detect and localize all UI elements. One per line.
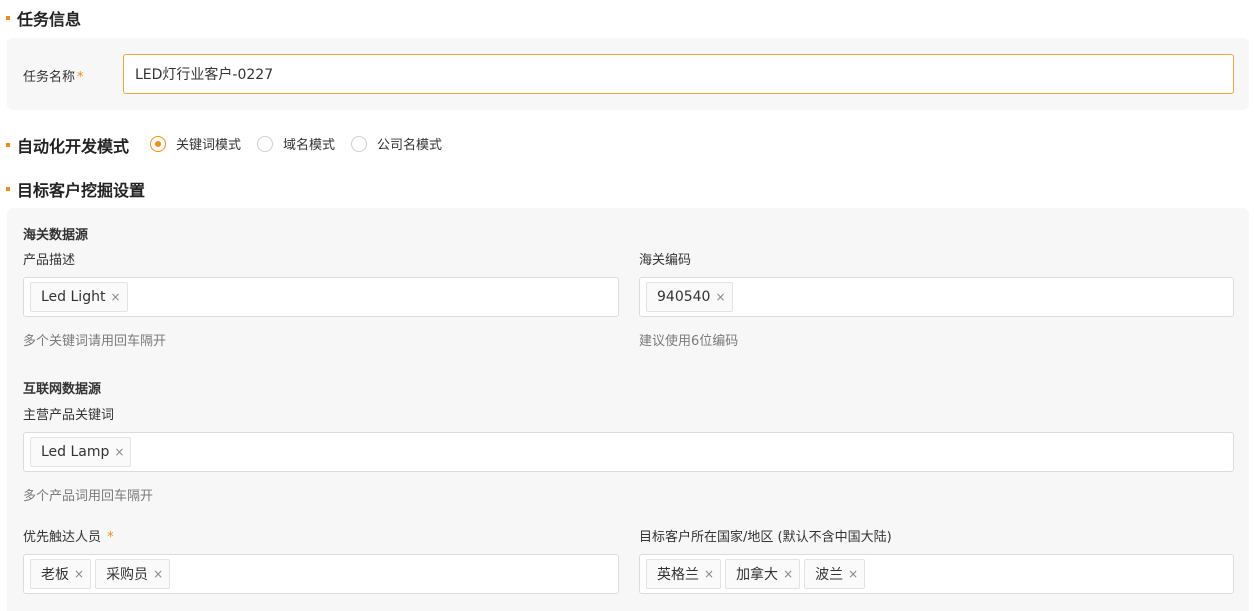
tag: 波兰 × — [804, 559, 866, 589]
radio-label: 域名模式 — [283, 138, 336, 153]
close-icon[interactable]: × — [848, 567, 858, 581]
product-desc-tag-input[interactable]: Led Light × — [23, 277, 619, 317]
product-desc-label: 产品描述 — [23, 253, 76, 268]
tag: Led Light × — [30, 282, 128, 312]
tag: 老板 × — [30, 559, 92, 589]
required-mark: * — [77, 70, 84, 85]
close-icon[interactable]: × — [783, 567, 793, 581]
task-name-label-text: 任务名称 — [23, 70, 76, 85]
tag-text: 940540 — [657, 289, 711, 305]
tag-text: 采购员 — [106, 567, 149, 583]
main-keywords-hint: 多个产品词用回车隔开 — [23, 489, 154, 504]
tag-text: 老板 — [41, 567, 69, 583]
tag: 加拿大 × — [725, 559, 801, 589]
radio-domain-mode[interactable]: 域名模式 — [257, 134, 335, 153]
task-name-value: LED灯行业客户-0227 — [135, 67, 274, 83]
close-icon[interactable]: × — [704, 567, 714, 581]
radio-company-mode[interactable]: 公司名模式 — [351, 134, 442, 153]
hs-code-label: 海关编码 — [639, 253, 692, 268]
hs-code-tag-input[interactable]: 940540 × — [639, 277, 1234, 317]
internet-group-title: 互联网数据源 — [23, 382, 102, 397]
required-mark: * — [107, 530, 114, 545]
tag-text: 加拿大 — [736, 567, 779, 583]
close-icon[interactable]: × — [715, 290, 725, 304]
section-title-text: 自动化开发模式 — [17, 137, 130, 156]
section-marker-icon — [6, 143, 10, 147]
mode-radio-group: 关键词模式 域名模式 公司名模式 — [150, 134, 458, 153]
tag-text: 英格兰 — [657, 567, 699, 583]
customs-group-title: 海关数据源 — [23, 228, 89, 243]
mining-panel: 海关数据源 产品描述 Led Light × 多个关键词请用回车隔开 海关编码 9… — [7, 208, 1249, 611]
close-icon[interactable]: × — [110, 290, 120, 304]
main-keywords-tag-input[interactable]: Led Lamp × — [23, 432, 1234, 472]
section-title-mode: 自动化开发模式 — [6, 133, 129, 157]
radio-label: 关键词模式 — [176, 138, 242, 153]
task-name-label: 任务名称 * — [23, 66, 84, 85]
tag: 英格兰 × — [646, 559, 722, 589]
hs-code-hint: 建议使用6位编码 — [639, 334, 739, 349]
close-icon[interactable]: × — [74, 567, 84, 581]
task-info-panel: 任务名称 * LED灯行业客户-0227 — [7, 38, 1249, 110]
contacts-label: 优先触达人员 * — [23, 526, 114, 545]
contacts-tag-input[interactable]: 老板 × 采购员 × — [23, 554, 619, 594]
tag-text: Led Lamp — [41, 444, 110, 460]
contacts-label-text: 优先触达人员 — [23, 530, 102, 545]
regions-label: 目标客户所在国家/地区 (默认不含中国大陆) — [639, 530, 892, 545]
section-title-mining: 目标客户挖掘设置 — [6, 177, 145, 201]
tag-text: 波兰 — [815, 567, 844, 583]
section-marker-icon — [6, 16, 10, 20]
radio-label: 公司名模式 — [377, 138, 443, 153]
section-marker-icon — [6, 187, 10, 191]
radio-checked-icon — [150, 135, 166, 152]
main-keywords-label: 主营产品关键词 — [23, 408, 115, 423]
tag-text: Led Light — [41, 289, 106, 305]
radio-keyword-mode[interactable]: 关键词模式 — [150, 134, 241, 153]
tag: 940540 × — [646, 282, 733, 312]
tag: 采购员 × — [95, 559, 171, 589]
section-title-text: 目标客户挖掘设置 — [17, 181, 146, 200]
section-title-task-info: 任务信息 — [6, 6, 81, 30]
task-name-input[interactable]: LED灯行业客户-0227 — [123, 54, 1234, 94]
close-icon[interactable]: × — [153, 567, 163, 581]
section-title-text: 任务信息 — [17, 10, 82, 29]
close-icon[interactable]: × — [114, 445, 124, 459]
regions-tag-input[interactable]: 英格兰 × 加拿大 × 波兰 × — [639, 554, 1234, 594]
tag: Led Lamp × — [30, 437, 132, 467]
product-desc-hint: 多个关键词请用回车隔开 — [23, 334, 167, 349]
radio-unchecked-icon — [257, 135, 274, 152]
radio-unchecked-icon — [351, 135, 368, 152]
